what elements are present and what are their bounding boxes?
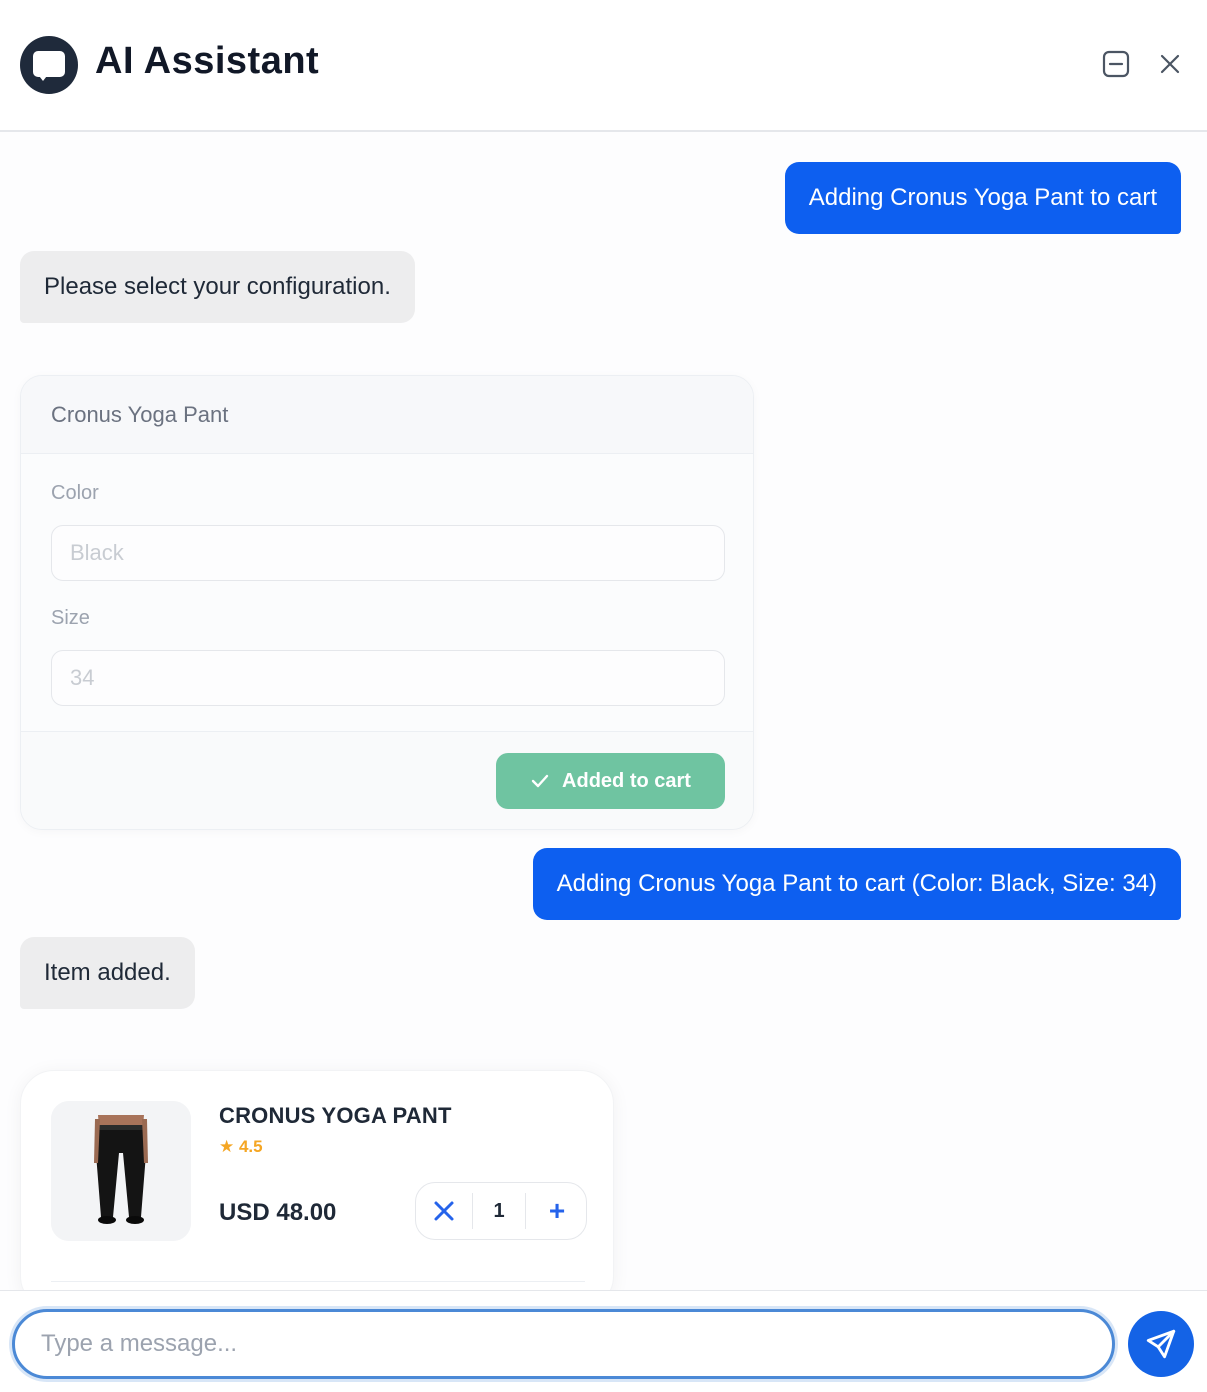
product-name[interactable]: CRONUS YOGA PANT (219, 1103, 452, 1129)
configuration-card: Cronus Yoga Pant Color Black Size 34 Add… (20, 375, 754, 830)
chat-bubble-icon (20, 36, 78, 94)
product-price: USD 48.00 (219, 1199, 337, 1226)
assistant-title: AI Assistant (95, 40, 320, 82)
configuration-card-footer: Added to cart (21, 731, 753, 829)
message-input[interactable] (12, 1309, 1115, 1379)
check-icon (531, 774, 549, 788)
added-to-cart-button[interactable]: Added to cart (496, 753, 725, 809)
minimize-button[interactable] (1100, 48, 1132, 80)
chat-messages[interactable]: Adding Cronus Yoga Pant to cart Please s… (0, 132, 1207, 1290)
plus-icon: + (548, 1195, 566, 1226)
remove-x-icon (434, 1201, 454, 1221)
increase-quantity-button[interactable]: + (528, 1183, 586, 1239)
assistant-message: Item added. (20, 937, 195, 1009)
user-message: Adding Cronus Yoga Pant to cart (784, 162, 1181, 234)
send-icon (1146, 1329, 1176, 1359)
message-composer (0, 1290, 1207, 1392)
minimize-icon (1102, 50, 1130, 78)
product-card: CRONUS YOGA PANT ★ 4.5 USD 48.00 1 + (20, 1070, 614, 1290)
close-icon (1160, 54, 1180, 74)
yoga-pant-product-image[interactable] (51, 1101, 191, 1241)
divider (51, 1281, 585, 1282)
size-select[interactable]: 34 (51, 650, 725, 706)
close-button[interactable] (1154, 48, 1186, 80)
chat-header: AI Assistant (0, 0, 1207, 132)
color-select[interactable]: Black (51, 525, 725, 581)
added-to-cart-label: Added to cart (562, 769, 691, 792)
configuration-card-header: Cronus Yoga Pant (21, 376, 753, 454)
quantity-stepper: 1 + (415, 1182, 587, 1240)
quantity-value[interactable]: 1 (472, 1193, 526, 1229)
assistant-message: Please select your configuration. (20, 251, 415, 323)
product-rating: ★ 4.5 (219, 1137, 263, 1156)
send-button[interactable] (1128, 1311, 1194, 1377)
color-label: Color (51, 482, 99, 504)
remove-item-button[interactable] (416, 1183, 472, 1239)
user-message: Adding Cronus Yoga Pant to cart (Color: … (532, 848, 1181, 920)
product-title: Cronus Yoga Pant (51, 402, 229, 427)
size-label: Size (51, 607, 90, 629)
